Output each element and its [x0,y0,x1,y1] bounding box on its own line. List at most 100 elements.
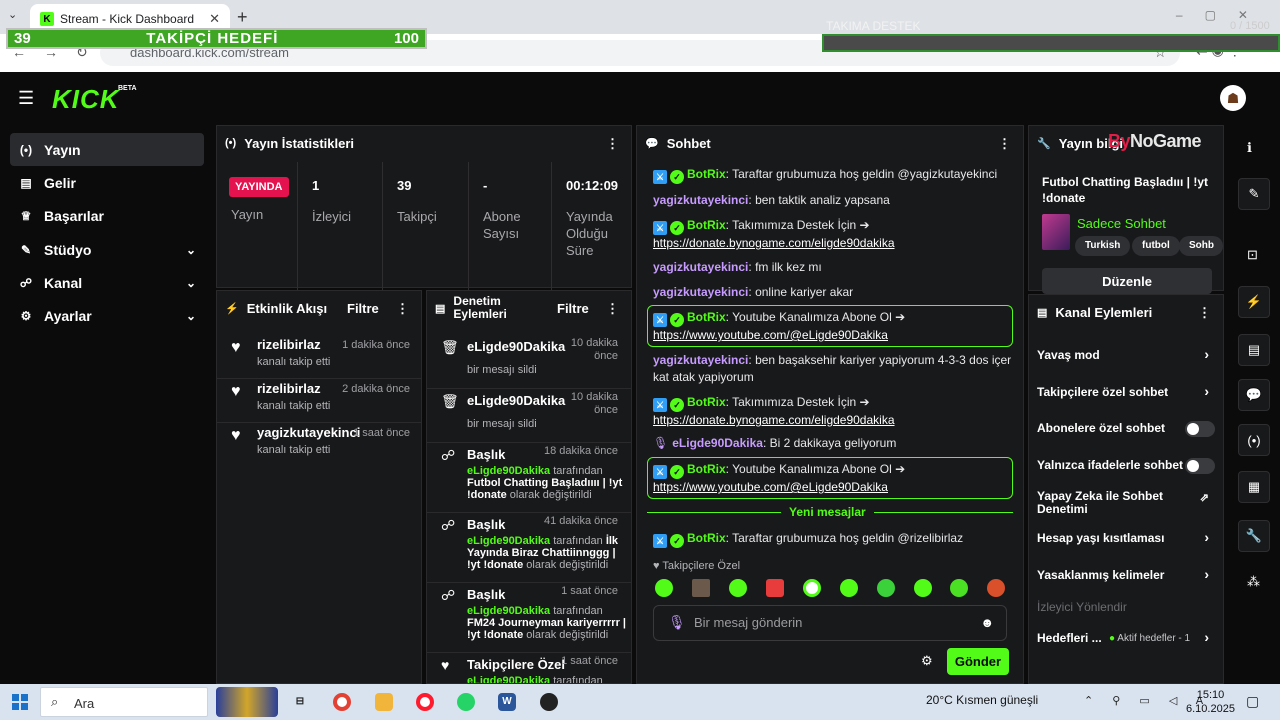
chat-bubble-icon[interactable]: 💬 [1238,379,1270,411]
activity-user[interactable]: yagizkutayekinci [257,425,360,440]
windows-start-icon[interactable] [12,694,28,710]
emote-icon[interactable] [950,579,968,597]
chat-username[interactable]: BotRix [687,531,726,545]
more-options-icon[interactable]: ⋮ [606,301,619,317]
action-banned-words[interactable]: Yasaklanmış kelimeler [1037,569,1217,582]
layout-icon[interactable]: ▦ [1238,471,1270,503]
search-highlight-image[interactable] [216,687,278,717]
send-button[interactable]: Gönder [947,648,1009,675]
active-goals-indicator: ● Aktif hedefler - 1 [1109,633,1191,644]
subscribers-only-toggle[interactable] [1185,421,1215,437]
chat-username[interactable]: BotRix [687,218,726,232]
chat-username[interactable]: yagizkutayekinci [653,260,748,274]
chevron-right-icon[interactable]: › [1204,629,1209,645]
hamburger-menu-icon[interactable]: ☰ [18,88,34,109]
nodes-icon[interactable]: ⁂ [1247,574,1260,590]
more-options-icon[interactable]: ⋮ [396,301,409,317]
chevron-right-icon[interactable]: › [1204,346,1209,362]
goal-title: TAKİPÇİ HEDEFİ [146,30,279,47]
more-options-icon[interactable]: ⋮ [998,136,1011,152]
emote-icon[interactable] [729,579,747,597]
close-tab-icon[interactable]: ✕ [209,11,220,27]
chat-username[interactable]: yagizkutayekinci [653,193,748,207]
more-options-icon[interactable]: ⋮ [1198,305,1211,321]
action-goals[interactable]: Hedefleri ... [1037,632,1117,645]
edit-stream-button[interactable]: Düzenle [1042,268,1212,294]
task-view-icon[interactable]: ⊟ [291,693,309,711]
stat-followers: 39 Takipçi [383,162,469,290]
chat-username[interactable]: eLigde90Dakika [672,436,763,450]
edit-icon[interactable]: ✎ [1238,178,1270,210]
whatsapp-icon[interactable] [457,693,475,711]
action-slow-mode[interactable]: Yavaş mod [1037,349,1217,362]
document-icon[interactable]: ▤ [1238,334,1270,366]
activity-user[interactable]: rizelibirlaz [257,337,321,352]
weather-widget[interactable]: 20°C Kısmen güneşli [926,693,1038,707]
broadcast-icon[interactable]: (•) [1238,424,1270,456]
emote-icon[interactable] [692,579,710,597]
emote-icon[interactable] [877,579,895,597]
more-options-icon[interactable]: ⋮ [606,136,619,152]
obs-icon[interactable] [540,693,558,711]
kick-favicon-icon: K [40,12,54,26]
lightning-icon[interactable]: ⚡ [1238,286,1270,318]
sidebar-item-yayin[interactable]: (•) Yayın [10,133,204,166]
filter-button[interactable]: Filtre [557,301,589,316]
emote-icon[interactable] [803,579,821,597]
filter-button[interactable]: Filtre [347,301,379,316]
emote-icon[interactable] [766,579,784,597]
action-account-age[interactable]: Hesap yaşı kısıtlaması [1037,532,1217,545]
chat-username[interactable]: BotRix [687,462,726,476]
word-icon[interactable]: W [498,693,516,711]
file-explorer-icon[interactable] [375,693,393,711]
emoji-picker-icon[interactable]: ☻ [980,615,994,630]
microphone-icon[interactable]: 🎙 [668,614,686,631]
chevron-right-icon[interactable]: › [1204,383,1209,399]
wrench-icon[interactable]: 🔧 [1238,520,1270,552]
panel-header: 💬 Sohbet [637,126,1023,160]
sidebar-item-basarilar[interactable]: ♕ Başarılar [10,199,204,232]
category-name[interactable]: Sadece Sohbet [1077,216,1166,231]
new-tab-button[interactable]: + [237,7,248,28]
chat-input-box[interactable]: 🎙 ☻ [653,605,1007,641]
chat-username[interactable]: BotRix [687,395,726,409]
chat-link[interactable]: https://www.youtube.com/@eLigde90Dakika [653,480,888,494]
kick-logo[interactable]: KICK [52,84,120,115]
external-link-icon[interactable]: ⇗ [1200,491,1209,504]
chat-username[interactable]: yagizkutayekinci [653,353,748,367]
search-label: Ara [74,696,95,711]
sidebar-item-ayarlar[interactable]: ⚙ Ayarlar ⌄ [10,299,204,332]
action-ai-moderation[interactable]: Yapay Zeka ile Sohbet Denetimi [1037,490,1187,516]
emote-only-toggle[interactable] [1185,458,1215,474]
chat-settings-icon[interactable]: ⚙ [921,653,933,669]
sidebar-item-gelir[interactable]: ▤ Gelir [10,166,204,199]
activity-user[interactable]: rizelibirlaz [257,381,321,396]
chevron-right-icon[interactable]: › [1204,566,1209,582]
chat-link[interactable]: https://www.youtube.com/@eLigde90Dakika [653,328,888,342]
notification-icon[interactable]: ▢ [1246,693,1259,710]
action-followers-only[interactable]: Takipçilere özel sohbet [1037,386,1217,399]
info-icon[interactable]: ℹ [1247,140,1252,156]
chat-link[interactable]: https://donate.bynogame.com/eligde90daki… [653,236,895,250]
emote-icon[interactable] [914,579,932,597]
emote-icon[interactable] [655,579,673,597]
emote-icon[interactable] [987,579,1005,597]
user-avatar[interactable]: ☗ [1220,85,1246,111]
new-messages-label[interactable]: Yeni mesajlar [781,505,874,519]
taskbar-search[interactable]: ⌕ Ara [40,687,208,717]
sidebar-item-kanal[interactable]: ☍ Kanal ⌄ [10,266,204,299]
chevron-right-icon[interactable]: › [1204,529,1209,545]
taskbar-clock[interactable]: 15:10 6.10.2025 [1186,688,1235,716]
tab-search-icon[interactable]: ⌄ [8,8,17,21]
chat-username[interactable]: BotRix [687,310,726,324]
chat-username[interactable]: BotRix [687,167,726,181]
chrome-icon[interactable] [333,693,351,711]
chat-username[interactable]: yagizkutayekinci [653,285,748,299]
chat-link[interactable]: https://donate.bynogame.com/eligde90daki… [653,413,895,427]
sidebar-item-studyo[interactable]: ✎ Stüdyo ⌄ [10,233,204,266]
emote-icon[interactable] [840,579,858,597]
record-icon[interactable]: ⊡ [1247,247,1258,263]
list-item: ☍ Başlık 1 saat önce eLigde90Dakika tara… [427,583,631,653]
chat-message-input[interactable] [694,615,964,630]
opera-icon[interactable] [416,693,434,711]
